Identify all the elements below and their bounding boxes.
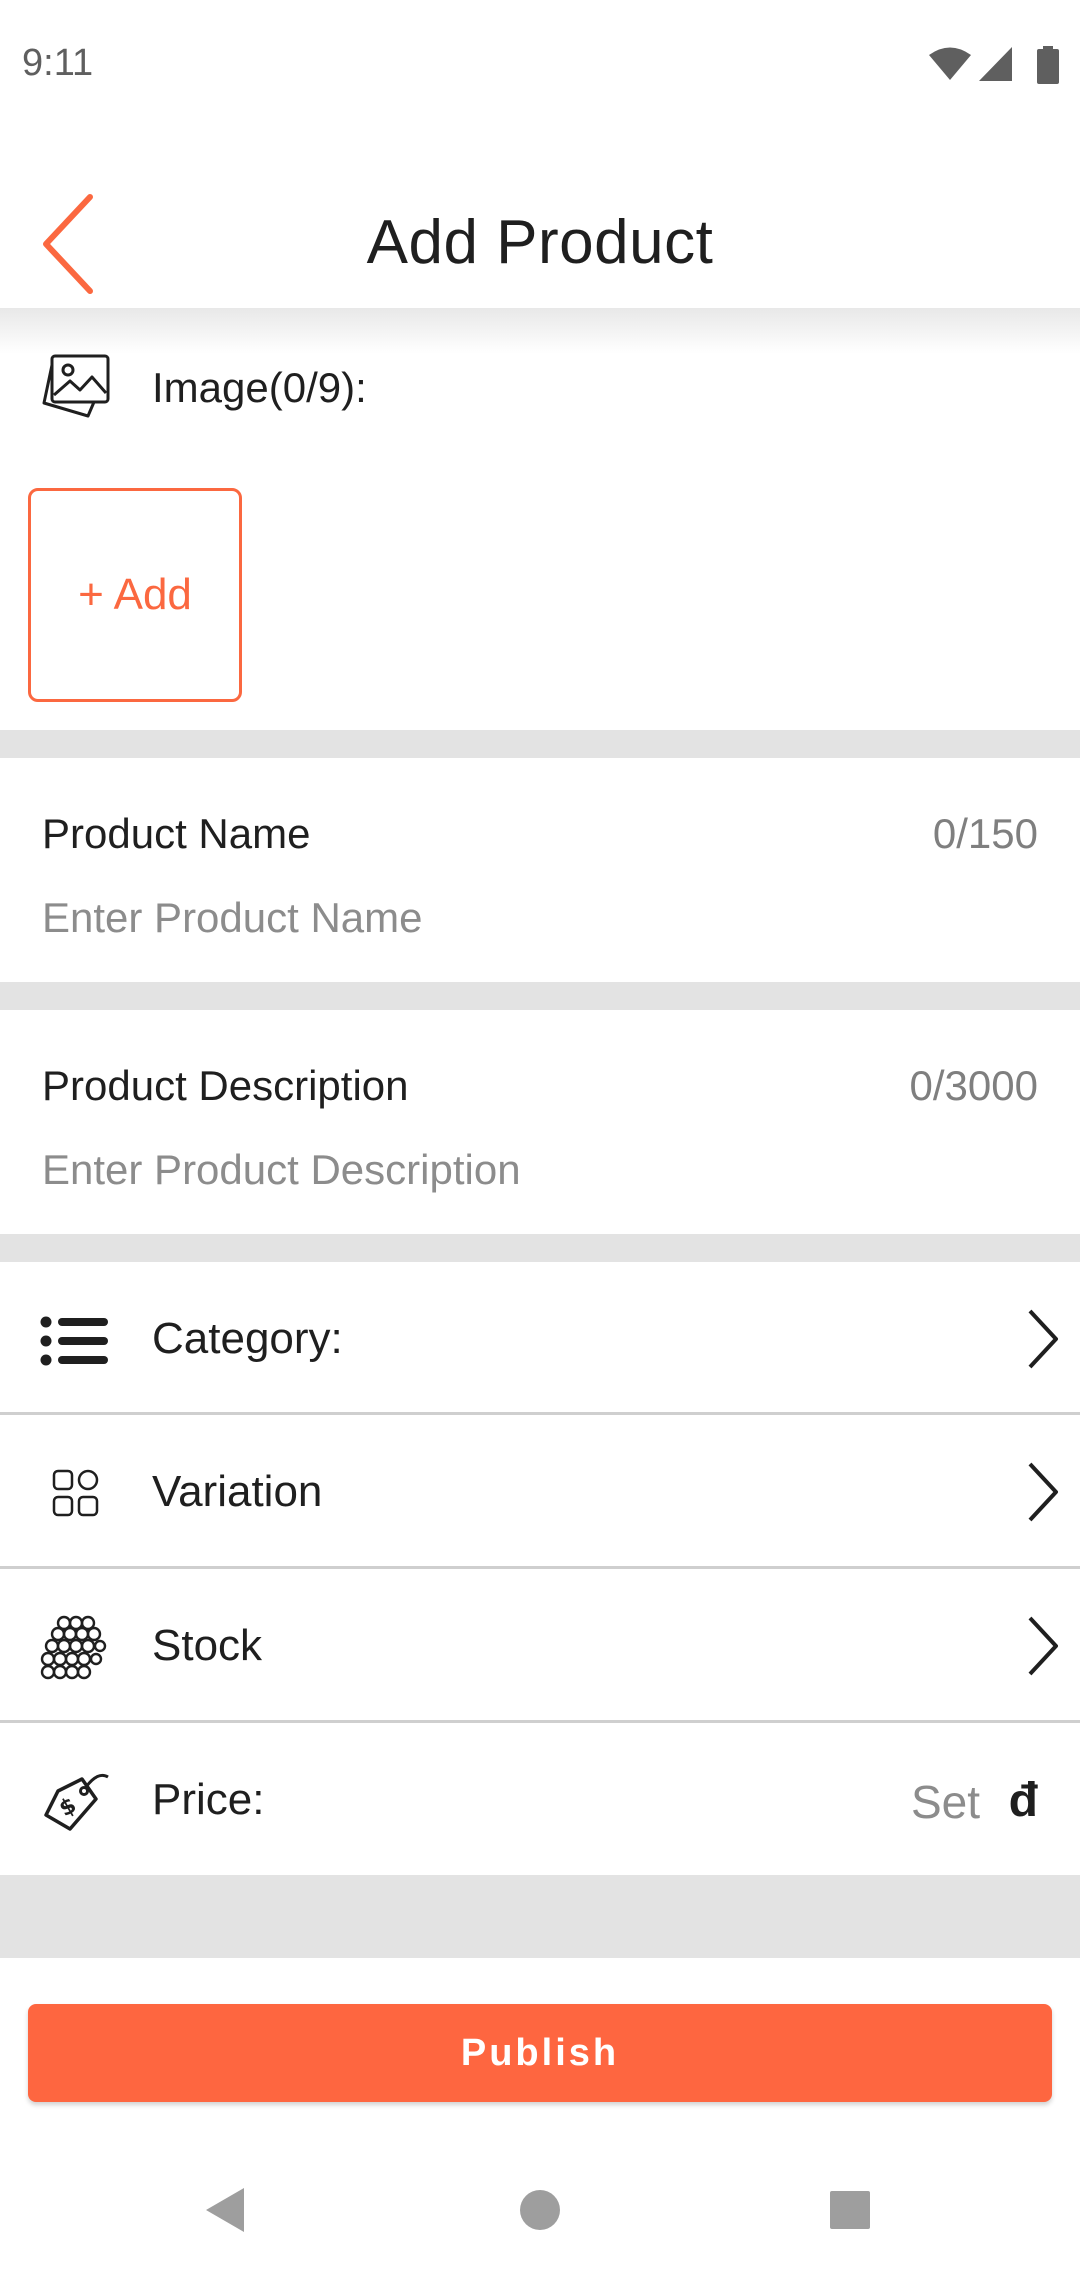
app-bar: Add Product	[0, 135, 1080, 308]
status-time: 9:11	[22, 42, 94, 84]
list-icon	[40, 1316, 108, 1366]
add-image-button[interactable]: + Add	[28, 488, 242, 702]
stock-row[interactable]: Stock	[0, 1569, 1080, 1721]
section-gap	[0, 730, 1080, 758]
price-label: Price:	[152, 1775, 265, 1824]
section-gap	[0, 982, 1080, 1010]
stock-stack-icon	[40, 1615, 107, 1680]
chevron-right-icon	[1028, 1616, 1058, 1676]
section-gap	[0, 1875, 1080, 1958]
category-row[interactable]: Category:	[0, 1262, 1080, 1414]
stock-label: Stock	[152, 1621, 263, 1670]
nav-back-button[interactable]	[156, 2140, 296, 2280]
cell-signal-icon	[979, 47, 1012, 81]
battery-icon	[1037, 46, 1059, 84]
product-description-label: Product Description	[42, 1062, 409, 1109]
image-gallery-icon	[42, 354, 110, 418]
nav-recents-button[interactable]	[780, 2140, 920, 2280]
nav-home-button[interactable]	[470, 2140, 610, 2280]
image-section: Image(0/9): + Add	[0, 308, 1080, 730]
back-triangle-icon	[206, 2188, 244, 2232]
wifi-icon	[929, 47, 971, 80]
variation-row[interactable]: Variation	[0, 1415, 1080, 1567]
price-value: Set	[910, 1776, 980, 1828]
product-name-counter: 0/150	[932, 810, 1038, 857]
add-image-label: + Add	[78, 570, 192, 619]
product-description-section: Product Description 0/3000	[0, 1010, 1080, 1234]
chevron-right-icon	[1028, 1462, 1058, 1522]
svg-text:$: $	[55, 1793, 81, 1822]
category-label: Category:	[152, 1314, 343, 1363]
product-description-counter: 0/3000	[909, 1062, 1038, 1109]
recents-square-icon	[830, 2191, 870, 2229]
grid-squares-icon	[52, 1469, 99, 1517]
product-name-label: Product Name	[42, 810, 311, 857]
status-bar: 9:11	[0, 0, 1080, 135]
variation-label: Variation	[152, 1467, 323, 1516]
section-gap	[0, 1234, 1080, 1262]
currency-symbol: đ	[1008, 1774, 1038, 1827]
publish-button[interactable]: Publish	[28, 2004, 1052, 2102]
chevron-right-icon	[1028, 1309, 1058, 1369]
image-label: Image(0/9):	[152, 364, 367, 411]
product-description-input[interactable]	[42, 1140, 1002, 1200]
product-name-section: Product Name 0/150	[0, 758, 1080, 982]
price-tag-icon: $	[44, 1773, 109, 1831]
page-title: Add Product	[366, 208, 714, 277]
system-nav-bar	[0, 2140, 1080, 2280]
home-circle-icon	[520, 2190, 560, 2230]
product-name-input[interactable]	[42, 888, 1002, 948]
price-row[interactable]: $ Price: Set đ	[0, 1723, 1080, 1875]
